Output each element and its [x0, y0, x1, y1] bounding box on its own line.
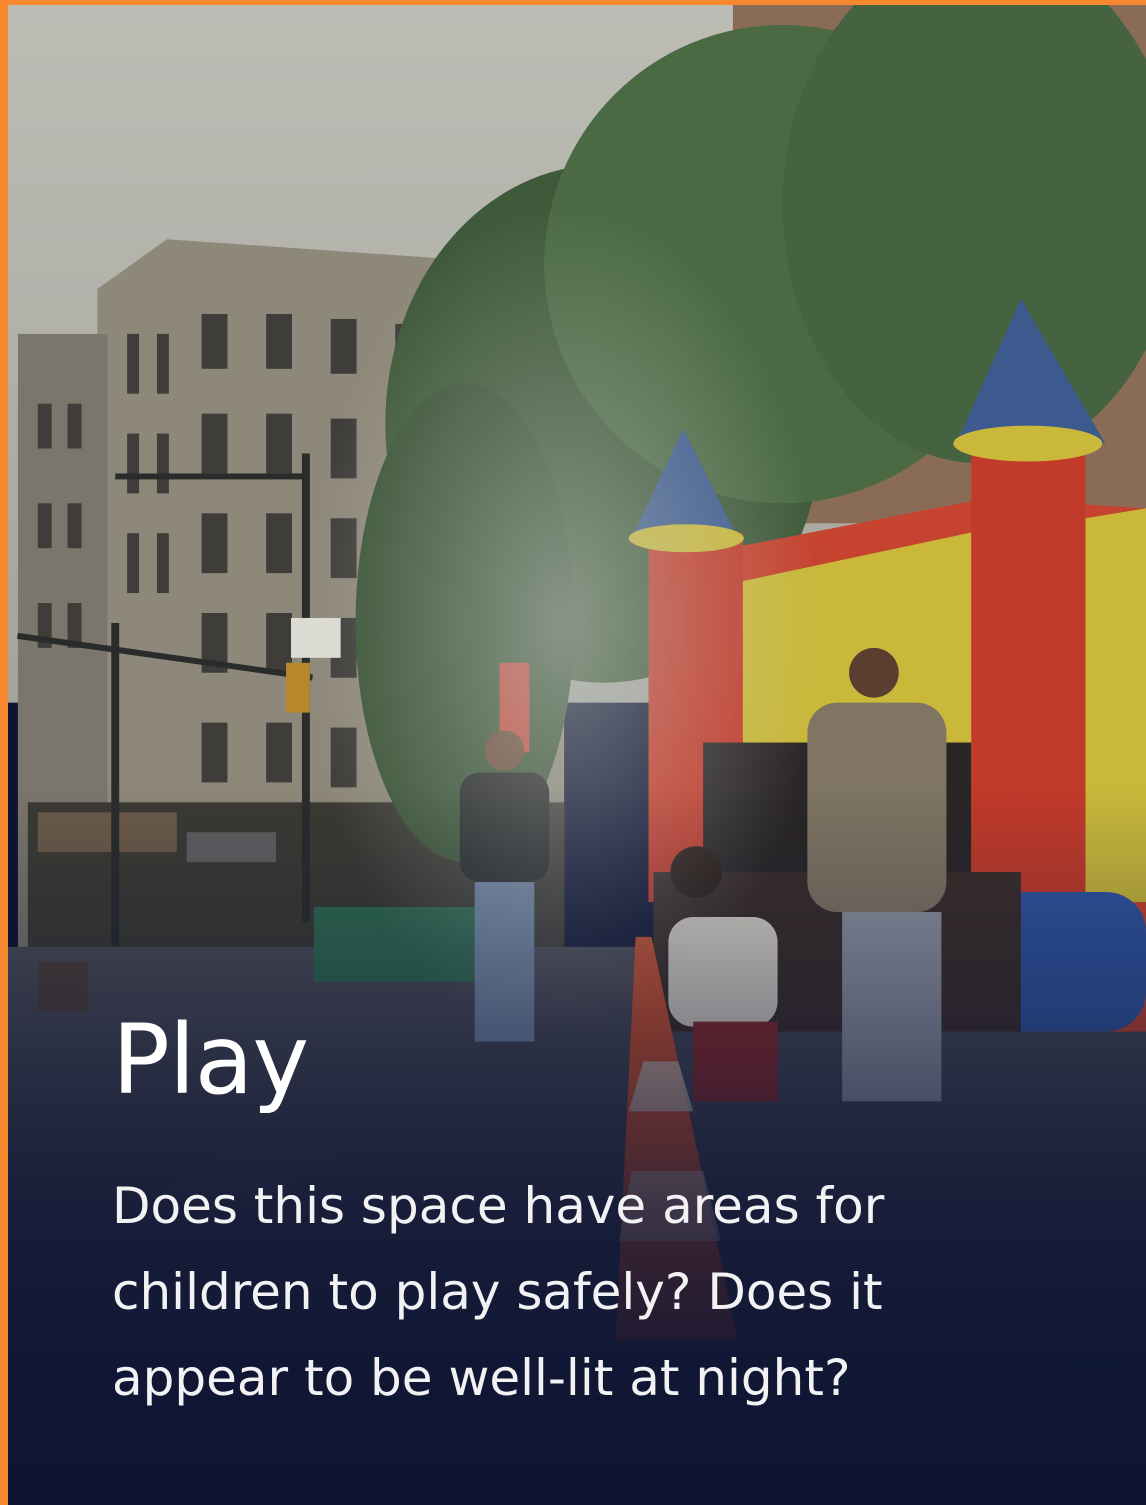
- card-description: Does this space have areas for children …: [112, 1177, 885, 1408]
- play-card: Play Does this space have areas for chil…: [0, 0, 1146, 1505]
- card-text: Play Does this space have areas for chil…: [112, 1005, 972, 1421]
- card-title: Play: [112, 1004, 309, 1116]
